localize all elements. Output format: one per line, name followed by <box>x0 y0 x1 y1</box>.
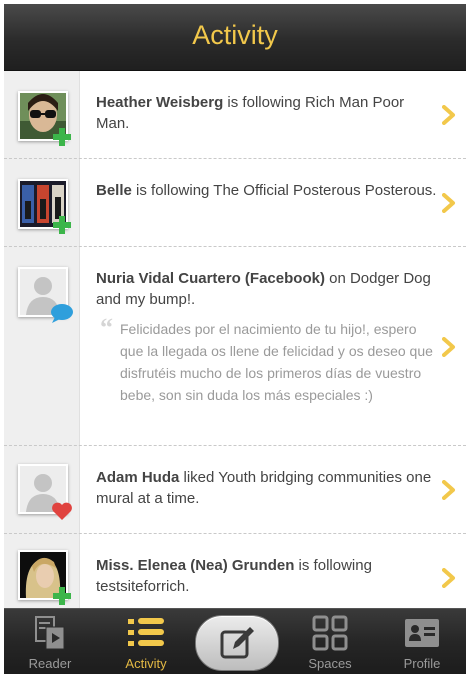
spaces-grid-icon <box>312 615 348 651</box>
chevron-right-icon[interactable] <box>442 568 456 588</box>
heart-icon <box>51 501 73 526</box>
comment-quote: “ Felicidades por el nacimiento de tu hi… <box>100 313 442 406</box>
follow-plus-icon <box>52 127 72 152</box>
activity-item[interactable]: Miss. Elenea (Nea) Grunden is following … <box>4 534 466 608</box>
tab-activity[interactable]: Activity <box>106 609 186 674</box>
activity-feed[interactable]: Heather Weisberg is following Rich Man P… <box>4 71 466 608</box>
reader-icon <box>35 616 65 650</box>
chevron-right-icon[interactable] <box>442 480 456 500</box>
app-frame: Activity Heather Weisberg is following R… <box>4 4 466 674</box>
header-bar: Activity <box>4 4 466 71</box>
comment-bubble-icon <box>50 303 74 328</box>
profile-card-icon <box>405 619 439 647</box>
follow-plus-icon <box>52 586 72 608</box>
tab-profile[interactable]: Profile <box>382 609 462 674</box>
chevron-right-icon[interactable] <box>442 105 456 125</box>
tab-label: Reader <box>28 656 72 671</box>
tab-bar: Reader Activity Spaces Profile <box>4 608 466 674</box>
activity-text: Nuria Vidal Cuartero (Facebook) on Dodge… <box>96 268 438 310</box>
user-name[interactable]: Belle <box>96 182 132 199</box>
activity-text: Miss. Elenea (Nea) Grunden is following … <box>96 555 438 597</box>
activity-item[interactable]: Nuria Vidal Cuartero (Facebook) on Dodge… <box>4 247 466 446</box>
follow-plus-icon <box>52 215 72 240</box>
tab-label: Activity <box>125 656 167 671</box>
chevron-right-icon[interactable] <box>442 193 456 213</box>
activity-list-icon <box>128 618 164 646</box>
user-name[interactable]: Nuria Vidal Cuartero (Facebook) <box>96 270 325 287</box>
activity-text: Belle is following The Official Posterou… <box>96 180 438 201</box>
chevron-right-icon[interactable] <box>442 337 456 357</box>
tab-label: Spaces <box>308 656 352 671</box>
user-name[interactable]: Adam Huda <box>96 469 179 486</box>
compose-button[interactable] <box>195 615 279 671</box>
page-title: Activity <box>192 20 278 50</box>
user-name[interactable]: Miss. Elenea (Nea) Grunden <box>96 557 294 574</box>
comment-text: Felicidades por el nacimiento de tu hijo… <box>120 321 433 403</box>
activity-item[interactable]: Heather Weisberg is following Rich Man P… <box>4 71 466 159</box>
user-name[interactable]: Heather Weisberg <box>96 94 223 111</box>
activity-item[interactable]: Adam Huda liked Youth bridging communiti… <box>4 446 466 534</box>
activity-text: Adam Huda liked Youth bridging communiti… <box>96 467 438 509</box>
activity-description: is following The Official Posterous Post… <box>131 182 437 199</box>
compose-icon <box>220 627 254 659</box>
activity-item[interactable]: Belle is following The Official Posterou… <box>4 159 466 247</box>
activity-text: Heather Weisberg is following Rich Man P… <box>96 92 438 134</box>
tab-spaces[interactable]: Spaces <box>290 609 370 674</box>
tab-label: Profile <box>403 656 441 671</box>
quote-mark-icon: “ <box>100 313 113 342</box>
tab-reader[interactable]: Reader <box>10 609 90 674</box>
